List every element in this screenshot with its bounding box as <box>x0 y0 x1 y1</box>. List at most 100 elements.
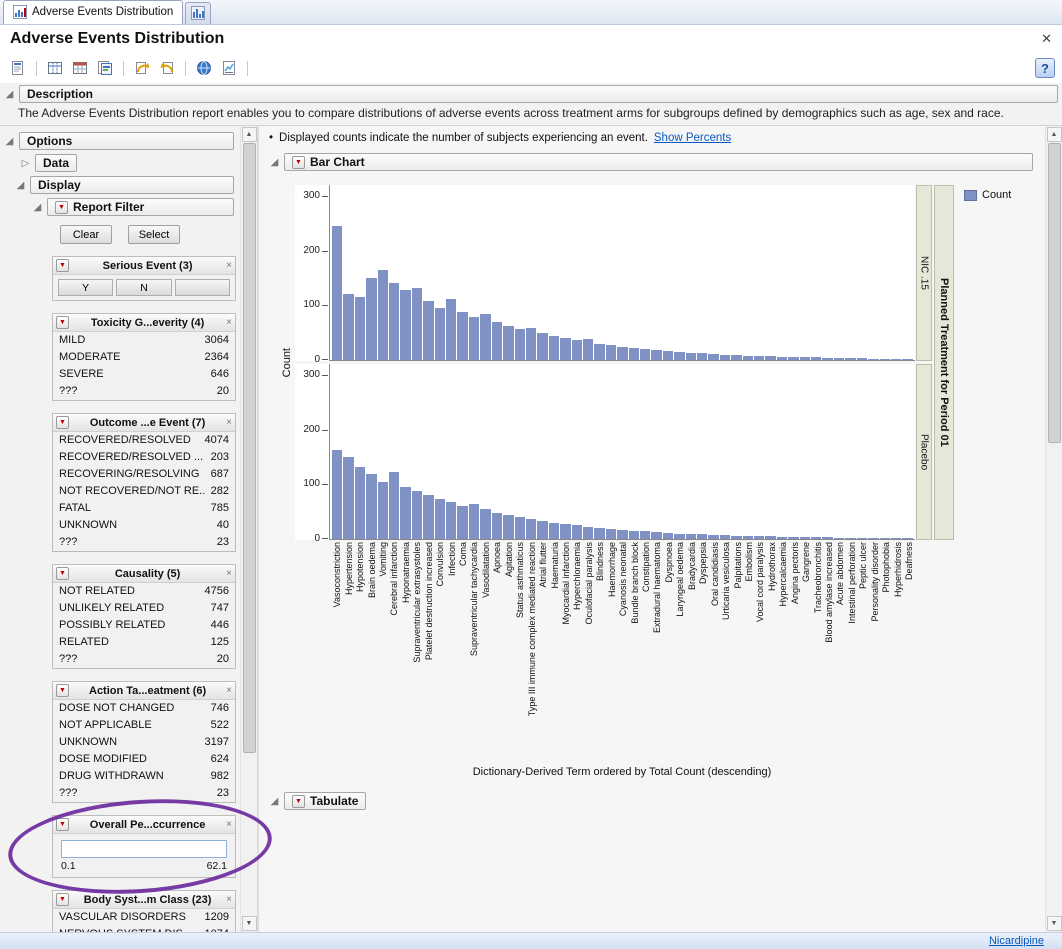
filter-row[interactable]: MILD3064 <box>53 332 235 349</box>
bar[interactable] <box>355 467 365 539</box>
select-button[interactable]: Select <box>128 225 180 244</box>
bar[interactable] <box>412 288 422 360</box>
filter-row[interactable]: NOT RELATED4756 <box>53 583 235 600</box>
bar[interactable] <box>594 344 604 360</box>
filter-row[interactable]: RECOVERED/RESOLVED ...203 <box>53 449 235 466</box>
bar[interactable] <box>777 537 787 539</box>
bar[interactable] <box>480 509 490 539</box>
bar[interactable] <box>674 352 684 360</box>
bar[interactable] <box>822 358 832 360</box>
bar[interactable] <box>822 537 832 539</box>
data-table-icon[interactable] <box>69 57 91 79</box>
red-triangle-menu-icon[interactable]: ▼ <box>56 567 69 580</box>
red-triangle-menu-icon[interactable]: ▼ <box>56 893 69 906</box>
description-header-box[interactable]: Description <box>19 85 1058 103</box>
bar[interactable] <box>674 534 684 539</box>
red-triangle-menu-icon[interactable]: ▼ <box>56 259 69 272</box>
bar[interactable] <box>332 450 342 539</box>
filter-value-button[interactable] <box>175 279 230 296</box>
disclosure-open-icon[interactable]: ◢ <box>4 89 15 100</box>
bar[interactable] <box>594 528 604 539</box>
bar[interactable] <box>549 523 559 539</box>
bar[interactable] <box>332 226 342 360</box>
bar[interactable] <box>378 482 388 539</box>
help-icon[interactable]: ? <box>1035 58 1055 78</box>
filter-row[interactable]: ???20 <box>53 651 235 668</box>
bar[interactable] <box>731 355 741 360</box>
graph-report-icon[interactable] <box>218 57 240 79</box>
bar[interactable] <box>446 502 456 539</box>
filter-value-button[interactable]: N <box>116 279 171 296</box>
filter-row[interactable]: MODERATE2364 <box>53 349 235 366</box>
show-percents-link[interactable]: Show Percents <box>654 132 731 144</box>
close-icon[interactable]: × <box>226 568 232 579</box>
bar[interactable] <box>777 357 787 360</box>
close-icon[interactable]: × <box>226 260 232 271</box>
disclosure-open-icon[interactable]: ◢ <box>269 796 280 807</box>
bar[interactable] <box>845 538 855 539</box>
bar[interactable] <box>492 322 502 360</box>
bar[interactable] <box>651 532 661 539</box>
bar[interactable] <box>868 359 878 360</box>
red-triangle-menu-icon[interactable]: ▼ <box>292 795 305 808</box>
close-icon[interactable]: × <box>226 317 232 328</box>
display-header-box[interactable]: Display <box>30 176 234 194</box>
options-scrollbar[interactable]: ▲ ▼ <box>240 126 257 932</box>
bar[interactable] <box>423 301 433 360</box>
bar[interactable] <box>800 357 810 360</box>
bar[interactable] <box>891 538 901 539</box>
filter-row[interactable]: SEVERE646 <box>53 366 235 383</box>
filter-row[interactable]: ???20 <box>53 383 235 400</box>
window-scrollbar[interactable]: ▲ ▼ <box>1045 126 1062 932</box>
bar[interactable] <box>640 349 650 360</box>
bar[interactable] <box>765 356 775 360</box>
scroll-down-icon[interactable]: ▼ <box>242 916 257 931</box>
disclosure-open-icon[interactable]: ◢ <box>269 157 280 168</box>
bar[interactable] <box>446 299 456 360</box>
bar[interactable] <box>515 329 525 360</box>
bar[interactable] <box>400 487 410 540</box>
filter-value-button[interactable]: Y <box>58 279 113 296</box>
bar[interactable] <box>731 536 741 539</box>
tab-graph-builder[interactable] <box>185 2 211 24</box>
tab-adverse-events-distribution[interactable]: Adverse Events Distribution <box>3 0 183 24</box>
bar[interactable] <box>537 333 547 360</box>
bar[interactable] <box>435 308 445 361</box>
red-triangle-menu-icon[interactable]: ▼ <box>292 156 305 169</box>
bar[interactable] <box>526 519 536 539</box>
bar[interactable] <box>389 283 399 360</box>
close-icon[interactable]: ✕ <box>1041 31 1052 47</box>
new-report-icon[interactable] <box>7 57 29 79</box>
dataset-link[interactable]: Nicardipine <box>989 935 1044 947</box>
bar[interactable] <box>800 537 810 539</box>
bar[interactable] <box>754 356 764 360</box>
bar[interactable] <box>480 314 490 360</box>
bar[interactable] <box>640 531 650 539</box>
bar[interactable] <box>720 535 730 539</box>
bar[interactable] <box>880 359 890 360</box>
bar[interactable] <box>743 356 753 360</box>
bar[interactable] <box>708 354 718 360</box>
edit-script-icon[interactable] <box>156 57 178 79</box>
bar[interactable] <box>617 347 627 360</box>
bar[interactable] <box>857 358 867 360</box>
bar[interactable] <box>697 534 707 539</box>
bar[interactable] <box>469 504 479 539</box>
bar[interactable] <box>606 529 616 539</box>
disclosure-open-icon[interactable]: ◢ <box>4 136 15 147</box>
filter-row[interactable]: NOT RECOVERED/NOT RE...282 <box>53 483 235 500</box>
scroll-up-icon[interactable]: ▲ <box>1047 127 1062 142</box>
bar[interactable] <box>435 499 445 539</box>
bar[interactable] <box>743 536 753 539</box>
journal-icon[interactable] <box>94 57 116 79</box>
bar[interactable] <box>788 537 798 539</box>
bar[interactable] <box>469 317 479 360</box>
bar[interactable] <box>788 357 798 360</box>
filter-row[interactable]: ???23 <box>53 785 235 802</box>
bar[interactable] <box>400 290 410 360</box>
data-header-box[interactable]: Data <box>35 154 77 172</box>
bar[interactable] <box>457 312 467 360</box>
bar[interactable] <box>811 357 821 360</box>
filter-row[interactable]: UNLIKELY RELATED747 <box>53 600 235 617</box>
scroll-down-icon[interactable]: ▼ <box>1047 916 1062 931</box>
